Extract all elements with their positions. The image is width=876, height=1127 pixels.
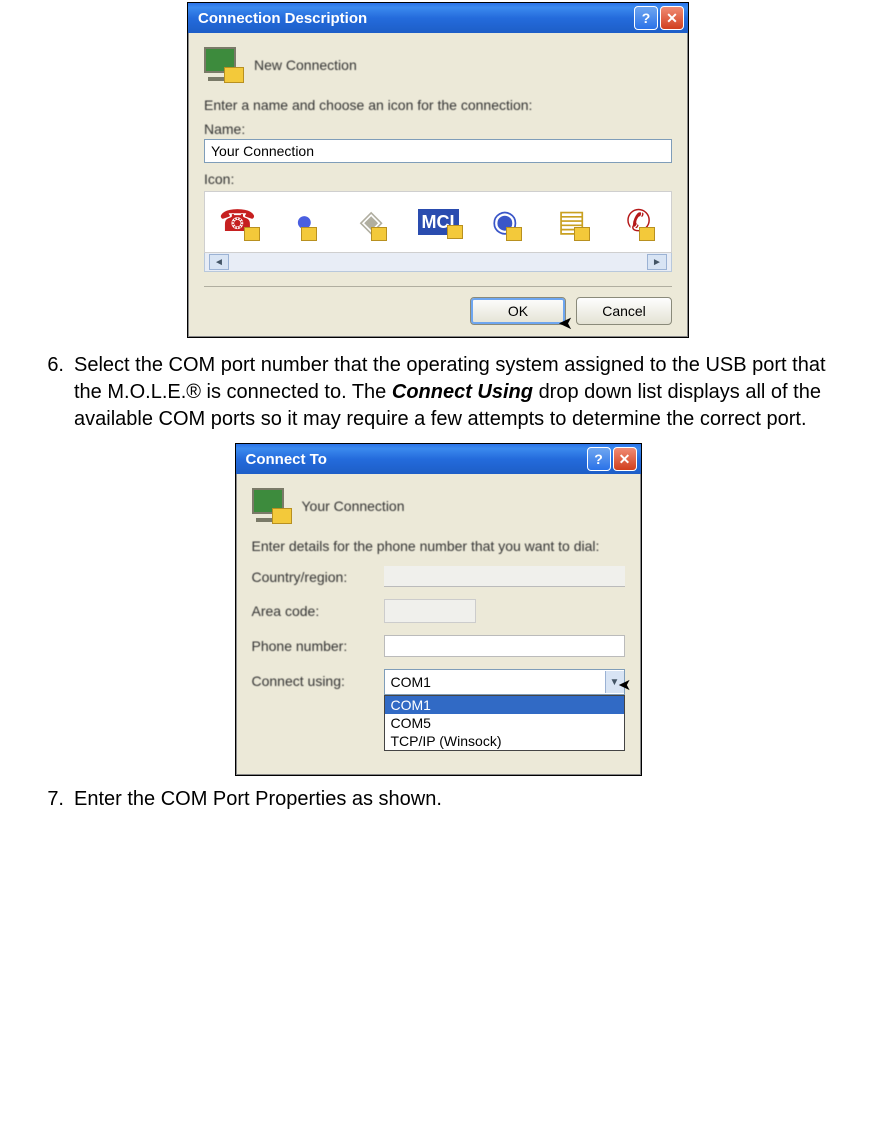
connect-to-dialog: Connect To ? ✕ Your Connection Enter det… <box>235 443 642 776</box>
dropdown-arrow-icon[interactable]: ▼ ➤ <box>605 671 624 693</box>
satellite-icon[interactable]: ◈ <box>360 207 383 237</box>
connection-name-input[interactable] <box>204 139 672 163</box>
connection-icon <box>252 488 292 524</box>
dialog-instruction: Enter a name and choose an icon for the … <box>204 97 672 113</box>
close-button[interactable]: ✕ <box>660 6 684 30</box>
phone3-icon[interactable]: ✆ <box>626 207 651 237</box>
cursor-icon: ➤ <box>618 675 631 695</box>
help-button[interactable]: ? <box>634 6 658 30</box>
phone-icon[interactable]: ☎ <box>219 207 256 237</box>
step-7: 7. Enter the COM Port Properties as show… <box>20 786 856 813</box>
scroll-right-button[interactable]: ► <box>647 254 667 270</box>
icon-picker[interactable]: ☎ ● ◈ MCI ◉ ▤ ✆ ◄ ► <box>204 191 672 272</box>
phone-number-field[interactable] <box>384 635 625 657</box>
country-label: Country/region: <box>252 569 384 585</box>
step6-emphasis: Connect Using <box>392 381 533 403</box>
scroll-left-button[interactable]: ◄ <box>209 254 229 270</box>
connect-using-dropdown[interactable]: COM1 ▼ ➤ <box>384 669 625 695</box>
combo-option-com5[interactable]: COM5 <box>385 714 624 732</box>
icon-label: Icon: <box>204 171 672 187</box>
mci-icon[interactable]: MCI <box>418 209 459 235</box>
globe-icon[interactable]: ● <box>295 207 313 237</box>
name-label: Name: <box>204 121 672 137</box>
titlebar[interactable]: Connection Description ? ✕ <box>188 3 688 33</box>
connection-name-display: Your Connection <box>302 498 405 514</box>
icon-scrollbar[interactable]: ◄ ► <box>204 253 672 272</box>
dialog2-instruction: Enter details for the phone number that … <box>252 538 625 554</box>
titlebar[interactable]: Connect To ? ✕ <box>236 444 641 474</box>
combo-option-com1[interactable]: COM1 <box>385 696 624 714</box>
globe2-icon[interactable]: ◉ <box>492 207 518 237</box>
connect-using-value: COM1 <box>391 674 605 690</box>
connect-using-options[interactable]: COM1 COM5 TCP/IP (Winsock) <box>384 695 625 751</box>
step-number: 7. <box>20 786 74 813</box>
dialog-title: Connection Description <box>198 10 632 27</box>
combo-option-tcpip[interactable]: TCP/IP (Winsock) <box>385 732 624 750</box>
ok-button[interactable]: OK ➤ <box>470 297 566 325</box>
area-label: Area code: <box>252 603 384 619</box>
dialog-title: Connect To <box>246 451 585 468</box>
area-code-field <box>384 599 476 623</box>
connect-using-label: Connect using: <box>252 669 384 689</box>
cancel-button[interactable]: Cancel <box>576 297 672 325</box>
new-connection-label: New Connection <box>254 57 357 73</box>
new-connection-icon <box>204 47 244 83</box>
step-number: 6. <box>20 352 74 379</box>
cancel-label: Cancel <box>602 303 646 319</box>
cursor-icon: ➤ <box>558 313 573 334</box>
help-button[interactable]: ? <box>587 447 611 471</box>
phone-label: Phone number: <box>252 638 384 654</box>
close-button[interactable]: ✕ <box>613 447 637 471</box>
step-6: 6. Select the COM port number that the o… <box>20 352 856 433</box>
document-icon[interactable]: ▤ <box>558 207 586 237</box>
ok-label: OK <box>508 303 528 319</box>
step7-text: Enter the COM Port Properties as shown. <box>74 786 856 813</box>
country-field <box>384 566 625 587</box>
connection-description-dialog: Connection Description ? ✕ New Connectio… <box>187 2 689 338</box>
